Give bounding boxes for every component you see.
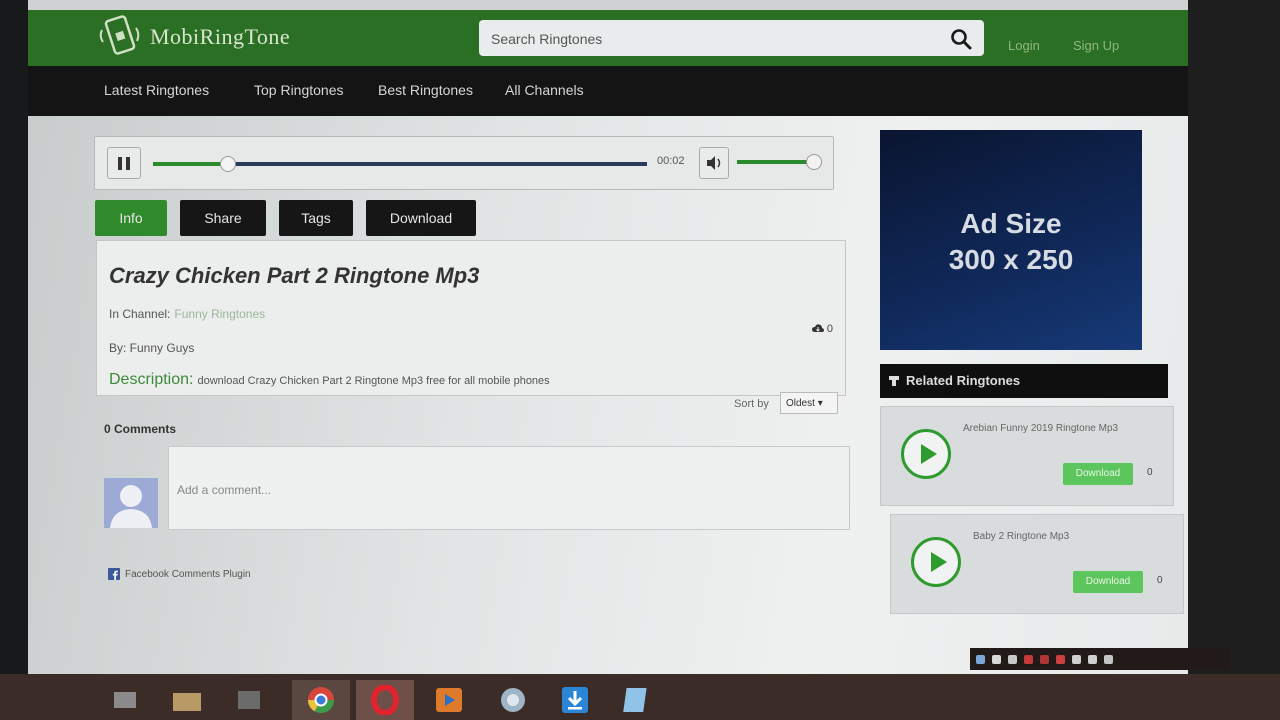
ringtone-info-panel: Crazy Chicken Part 2 Ringtone Mp3 In Cha…	[96, 240, 846, 396]
nav-latest-ringtones[interactable]: Latest Ringtones	[104, 82, 209, 98]
site-logo[interactable]: MobiRingTone	[98, 14, 290, 60]
channel-link[interactable]: Funny Ringtones	[174, 307, 265, 321]
volume-slider[interactable]	[737, 154, 822, 170]
playback-time: 00:02	[657, 155, 685, 167]
channel-label: In Channel:	[109, 307, 171, 321]
description-text: download Crazy Chicken Part 2 Ringtone M…	[197, 375, 550, 387]
taskbar	[0, 674, 1280, 720]
start-icon[interactable]	[96, 680, 154, 720]
file-explorer-icon[interactable]	[158, 680, 216, 720]
volume-button[interactable]	[699, 147, 729, 179]
download-count-value: 0	[826, 323, 833, 335]
search-input[interactable]	[489, 20, 933, 58]
monitor-bezel-right	[1188, 0, 1280, 720]
network-icon[interactable]	[484, 680, 542, 720]
tab-download[interactable]: Download	[366, 200, 476, 236]
related-download-button[interactable]: Download	[1063, 463, 1133, 485]
author-label: By: Funny Guys	[109, 341, 195, 355]
phone-logo-icon	[98, 14, 142, 60]
related-download-count: 0	[1147, 467, 1153, 478]
ad-size-value: 300 x 250	[948, 244, 1074, 275]
chrome-icon[interactable]	[292, 680, 350, 720]
play-icon	[921, 444, 937, 464]
facebook-comments-plugin-link[interactable]: Facebook Comments Plugin	[108, 568, 251, 580]
avatar	[104, 478, 158, 528]
login-link[interactable]: Login	[1008, 38, 1040, 53]
play-button[interactable]	[901, 429, 951, 479]
main-content: 00:02 Info Share Tags Download Crazy Chi…	[28, 116, 1188, 674]
tab-tags[interactable]: Tags	[279, 200, 353, 236]
channel-row: In Channel: Funny Ringtones	[109, 307, 265, 321]
app-tray-icon[interactable]	[1040, 654, 1049, 664]
related-ringtone-item[interactable]: Baby 2 Ringtone Mp3 Download 0	[890, 514, 1184, 614]
volume-handle[interactable]	[806, 154, 822, 170]
play-button[interactable]	[911, 537, 961, 587]
monitor-bezel-left	[0, 0, 28, 720]
related-ringtones-header: Related Ringtones	[880, 364, 1168, 398]
description-row: Description: download Crazy Chicken Part …	[109, 371, 550, 389]
site-logo-text: MobiRingTone	[150, 24, 291, 49]
wifi-tray-icon[interactable]	[1104, 654, 1113, 664]
app-tray-icon[interactable]	[1056, 654, 1065, 664]
video-player-icon[interactable]	[420, 680, 478, 720]
progress-handle[interactable]	[220, 156, 237, 172]
speaker-icon	[707, 156, 721, 170]
download-count: 0	[811, 323, 833, 335]
audio-player: 00:02	[94, 136, 834, 190]
opera-icon[interactable]	[356, 680, 414, 720]
pause-icon	[118, 157, 122, 170]
related-ringtone-title[interactable]: Baby 2 Ringtone Mp3	[973, 531, 1069, 542]
battery-tray-icon[interactable]	[1072, 654, 1081, 664]
play-icon	[931, 552, 947, 572]
nav-best-ringtones[interactable]: Best Ringtones	[378, 82, 473, 98]
tab-share[interactable]: Share	[180, 200, 266, 236]
nav-all-channels[interactable]: All Channels	[505, 82, 584, 98]
progress-slider[interactable]	[153, 156, 647, 172]
site-header: MobiRingTone Login Sign Up	[28, 10, 1188, 66]
system-tray	[970, 648, 1230, 670]
ringtone-title: Crazy Chicken Part 2 Ringtone Mp3	[109, 263, 480, 288]
related-ringtone-item[interactable]: Arebian Funny 2019 Ringtone Mp3 Download…	[880, 406, 1174, 506]
media-icon[interactable]	[220, 680, 278, 720]
pause-icon	[126, 157, 130, 170]
cloud-download-icon	[811, 324, 824, 332]
facebook-plugin-label: Facebook Comments Plugin	[125, 568, 251, 580]
related-download-count: 0	[1157, 575, 1163, 586]
search-bar	[479, 20, 984, 58]
pause-button[interactable]	[107, 147, 141, 179]
related-ringtones-title: Related Ringtones	[906, 373, 1021, 388]
volume-fill	[737, 160, 813, 164]
bluetooth-tray-icon[interactable]	[992, 654, 1001, 664]
comment-input-box[interactable]: Add a comment...	[168, 446, 850, 530]
chevron-down-icon: ▾	[817, 398, 823, 409]
ad-banner[interactable]: Ad Size 300 x 250	[880, 130, 1142, 350]
list-icon	[889, 376, 899, 386]
signup-link[interactable]: Sign Up	[1073, 38, 1119, 53]
tab-info[interactable]: Info	[95, 200, 167, 236]
sort-label: Sort by	[734, 398, 769, 410]
search-icon[interactable]	[950, 28, 972, 50]
related-ringtone-title[interactable]: Arebian Funny 2019 Ringtone Mp3	[963, 423, 1118, 434]
sort-dropdown[interactable]: Oldest ▾	[780, 392, 838, 414]
facebook-icon	[108, 568, 120, 580]
comments-count: 0 Comments	[104, 422, 177, 436]
sort-value: Oldest	[786, 398, 815, 409]
notepad-icon[interactable]	[608, 680, 666, 720]
network-tray-icon[interactable]	[1008, 654, 1017, 664]
download-icon[interactable]	[546, 680, 604, 720]
description-label: Description:	[109, 371, 194, 388]
user-silhouette-icon	[110, 485, 152, 528]
nav-top-ringtones[interactable]: Top Ringtones	[254, 82, 344, 98]
volume-tray-icon[interactable]	[1088, 654, 1097, 664]
progress-fill	[153, 162, 228, 166]
antivirus-tray-icon[interactable]	[1024, 654, 1033, 664]
related-download-button[interactable]: Download	[1073, 571, 1143, 593]
main-nav: Latest Ringtones Top Ringtones Best Ring…	[28, 66, 1188, 116]
dropbox-tray-icon[interactable]	[976, 654, 985, 664]
ad-size-label: Ad Size	[960, 208, 1062, 239]
comment-input[interactable]: Add a comment...	[177, 483, 271, 497]
